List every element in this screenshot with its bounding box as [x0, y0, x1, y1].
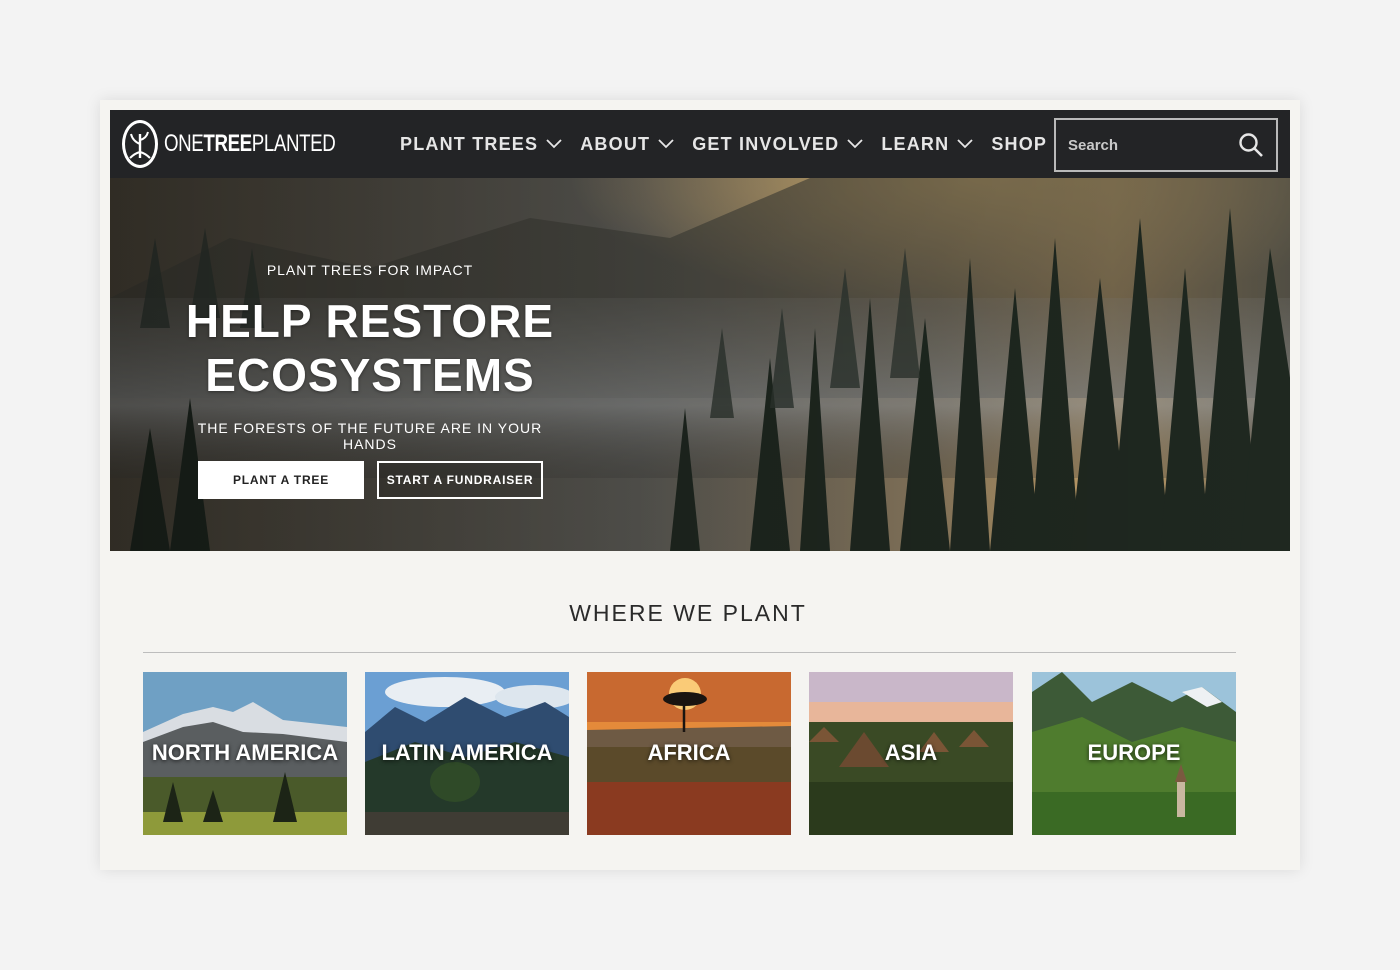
- hero-subline: THE FORESTS OF THE FUTURE ARE IN YOUR HA…: [197, 420, 543, 452]
- hero-eyebrow: PLANT TREES FOR IMPACT: [266, 262, 474, 278]
- brand-name: ONETREEPLANTED: [164, 130, 336, 158]
- regions-grid: NORTH AMERICA LATIN AMERICA AFRICA ASIA …: [143, 672, 1237, 835]
- top-navbar: ONETREEPLANTED PLANT TREES ABOUT GET INV…: [110, 110, 1290, 178]
- nav-get-involved-label: GET INVOLVED: [692, 133, 840, 154]
- region-label-north-america: NORTH AMERICA: [151, 740, 339, 765]
- region-label-europe: EUROPE: [1087, 740, 1181, 765]
- hero-headline: HELP RESTORE ECOSYSTEMS: [178, 294, 562, 402]
- hero-banner: PLANT TREES FOR IMPACT HELP RESTORE ECOS…: [110, 178, 1290, 551]
- hero-headline-line1: HELP RESTORE: [185, 295, 555, 347]
- nav-plant-trees[interactable]: PLANT TREES: [400, 134, 562, 155]
- chevron-down-icon: [546, 139, 562, 149]
- search-icon[interactable]: [1238, 132, 1264, 158]
- section-divider: [143, 652, 1236, 653]
- nav-learn[interactable]: LEARN: [881, 134, 973, 155]
- region-label-latin-america: LATIN AMERICA: [381, 740, 553, 765]
- region-card-asia[interactable]: ASIA: [809, 672, 1013, 835]
- brand-name-planted: PLANTED: [251, 130, 336, 157]
- nav-shop-label: SHOP: [991, 133, 1048, 154]
- nav-learn-label: LEARN: [881, 133, 950, 154]
- region-label-asia: ASIA: [884, 740, 938, 765]
- tree-logo-icon: [122, 120, 158, 168]
- region-card-latin-america[interactable]: LATIN AMERICA: [365, 672, 569, 835]
- search-input[interactable]: [1056, 136, 1226, 154]
- region-card-north-america[interactable]: NORTH AMERICA: [143, 672, 347, 835]
- search-box: [1054, 118, 1278, 172]
- region-label-africa: AFRICA: [647, 740, 731, 765]
- start-a-fundraiser-button[interactable]: START A FUNDRAISER: [377, 461, 543, 499]
- nav-about-label: ABOUT: [580, 133, 651, 154]
- brand-name-tree: TREE: [203, 130, 252, 157]
- plant-a-tree-button[interactable]: PLANT A TREE: [198, 461, 364, 499]
- region-card-europe[interactable]: EUROPE: [1032, 672, 1236, 835]
- site-logo[interactable]: ONETREEPLANTED: [122, 120, 370, 168]
- page-frame: ONETREEPLANTED PLANT TREES ABOUT GET INV…: [100, 100, 1300, 870]
- hero-content: PLANT TREES FOR IMPACT HELP RESTORE ECOS…: [186, 178, 553, 551]
- nav-plant-trees-label: PLANT TREES: [400, 133, 539, 154]
- chevron-down-icon: [658, 139, 674, 149]
- nav-about[interactable]: ABOUT: [580, 134, 674, 155]
- chevron-down-icon: [957, 139, 973, 149]
- brand-name-one: ONE: [164, 130, 204, 157]
- chevron-down-icon: [847, 139, 863, 149]
- hero-headline-line2: ECOSYSTEMS: [205, 349, 535, 401]
- where-we-plant-title: WHERE WE PLANT: [569, 600, 807, 626]
- nav-get-involved[interactable]: GET INVOLVED: [692, 134, 863, 155]
- main-nav: PLANT TREES ABOUT GET INVOLVED LEARN SHO…: [400, 134, 1089, 155]
- region-card-africa[interactable]: AFRICA: [587, 672, 791, 835]
